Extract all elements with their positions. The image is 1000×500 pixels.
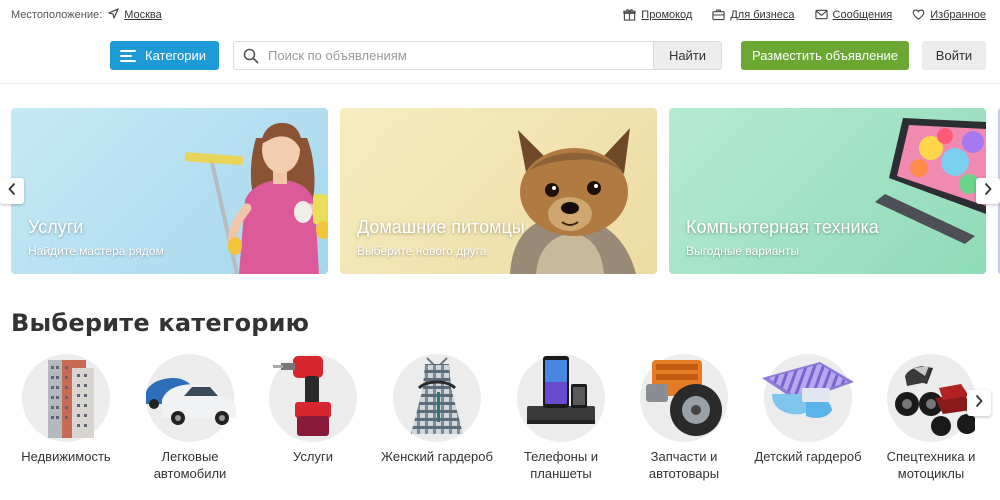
- category-label: Запчасти и автотовары: [648, 449, 720, 481]
- category-image: [146, 354, 236, 442]
- favorites-link[interactable]: Избранное: [912, 8, 986, 21]
- category-cars[interactable]: Легковые автомобили: [128, 352, 252, 482]
- promo-carousel: Услуги Найдите мастера рядом Домашние пи…: [0, 108, 1000, 274]
- category-image: [887, 354, 975, 442]
- drill-icon: [273, 356, 331, 436]
- briefcase-icon: [712, 8, 725, 21]
- apartment-building-icon: [48, 360, 94, 438]
- category-label: Женский гардероб: [381, 449, 493, 464]
- category-image: [393, 354, 481, 442]
- category-kids-wardrobe[interactable]: Детский гардероб: [746, 352, 870, 465]
- categories-next-button[interactable]: [967, 390, 991, 416]
- category-label: Детский гардероб: [754, 449, 862, 464]
- banner-computers[interactable]: Компьютерная техника Выгодные варианты: [669, 108, 986, 274]
- banner-subtitle: Выберите нового друга: [357, 244, 487, 258]
- engine-part-icon: [646, 360, 722, 436]
- messages-link-label: Сообщения: [832, 8, 893, 21]
- category-real-estate[interactable]: Недвижимость: [4, 352, 128, 465]
- search-button[interactable]: Найти: [653, 42, 721, 69]
- banner-subtitle: Найдите мастера рядом: [28, 244, 164, 258]
- category-label: Недвижимость: [21, 449, 111, 464]
- category-auto-parts[interactable]: Запчасти и автотовары: [622, 352, 746, 482]
- category-services[interactable]: Услуги: [251, 352, 375, 465]
- categories-button-label: Категории: [145, 48, 206, 63]
- header-bar: Категории Найти Разместить объявление Во…: [0, 30, 1000, 84]
- banner-title: Услуги: [28, 217, 84, 237]
- business-link-label: Для бизнеса: [730, 8, 795, 21]
- banner-title: Компьютерная техника: [686, 217, 879, 237]
- categories-button[interactable]: Категории: [110, 41, 219, 70]
- messages-link[interactable]: Сообщения: [814, 8, 893, 21]
- heart-icon: [912, 8, 925, 21]
- banner-services[interactable]: Услуги Найдите мастера рядом: [11, 108, 328, 274]
- chevron-left-icon: [7, 182, 17, 201]
- carousel-next-button[interactable]: [976, 178, 1000, 204]
- top-links: Промокод Для бизнеса Сообщения Избранное: [623, 8, 986, 21]
- cars-icon: [146, 378, 236, 425]
- category-image: [269, 354, 357, 442]
- top-strip: Местоположение: Москва Промокод Для бизн…: [0, 0, 1000, 30]
- location-arrow-icon: [108, 8, 119, 22]
- category-special-vehicles[interactable]: Спецтехника и мотоциклы: [869, 352, 993, 482]
- search-input[interactable]: [268, 42, 653, 69]
- category-image: [22, 354, 110, 442]
- menu-icon: [120, 49, 136, 62]
- kids-clothes-icon: [762, 362, 854, 418]
- business-link[interactable]: Для бизнеса: [712, 8, 795, 21]
- chevron-right-icon: [974, 394, 984, 413]
- category-womens-wardrobe[interactable]: Женский гардероб: [375, 352, 499, 465]
- location-label: Местоположение:: [11, 9, 103, 21]
- search-box: Найти: [233, 41, 722, 70]
- category-image: [517, 354, 605, 442]
- search-icon: [234, 42, 268, 69]
- banner-subtitle: Выгодные варианты: [686, 244, 800, 258]
- promo-link-label: Промокод: [641, 8, 693, 21]
- chevron-right-icon: [983, 182, 993, 201]
- category-label: Спецтехника и мотоциклы: [886, 449, 976, 481]
- login-button[interactable]: Войти: [922, 41, 986, 70]
- category-label: Телефоны и планшеты: [523, 449, 599, 481]
- location-city-link[interactable]: Москва: [124, 9, 162, 21]
- phone-icon: [527, 356, 595, 424]
- category-label: Легковые автомобили: [153, 449, 227, 481]
- promo-link[interactable]: Промокод: [623, 8, 692, 21]
- carousel-prev-button[interactable]: [0, 178, 24, 204]
- category-list: Недвижимость Легковые автомобили Услуги …: [0, 352, 1000, 500]
- motorcycle-icon: [895, 366, 975, 436]
- gift-icon: [623, 8, 636, 21]
- post-ad-button[interactable]: Разместить объявление: [741, 41, 909, 70]
- banner-pets[interactable]: Домашние питомцы Выберите нового друга: [340, 108, 657, 274]
- dress-icon: [411, 357, 463, 434]
- banner-title: Домашние питомцы: [357, 217, 525, 237]
- category-label: Услуги: [293, 449, 333, 464]
- favorites-link-label: Избранное: [930, 8, 986, 21]
- location-bar: Местоположение: Москва: [11, 8, 162, 22]
- category-image: [762, 354, 854, 442]
- category-image: [640, 354, 728, 442]
- envelope-icon: [814, 8, 828, 21]
- categories-section-title: Выберите категорию: [11, 309, 310, 337]
- category-phones-tablets[interactable]: Телефоны и планшеты: [499, 352, 623, 482]
